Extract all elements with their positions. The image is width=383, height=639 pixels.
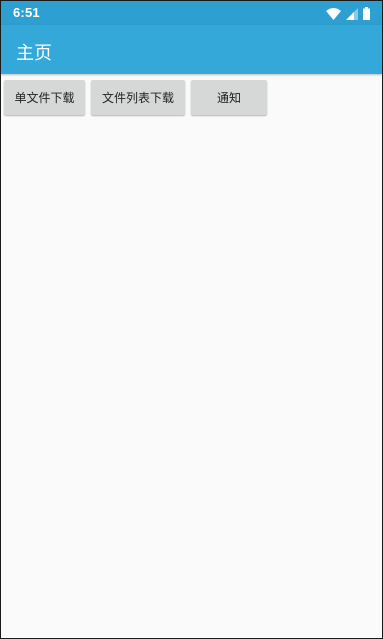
battery-icon [363, 7, 370, 20]
svg-text:x: x [337, 16, 341, 21]
notification-button[interactable]: 通知 [191, 80, 267, 115]
app-bar: 主页 [1, 25, 382, 74]
status-bar: 6:51 x [1, 1, 382, 25]
button-row: 单文件下载 文件列表下载 通知 [4, 80, 267, 115]
app-screen: 6:51 x 主页 单文件下载 文件列表下载 通知 [1, 1, 382, 638]
status-time: 6:51 [13, 5, 40, 20]
single-file-download-button[interactable]: 单文件下载 [4, 80, 85, 115]
cellular-signal-icon [346, 8, 358, 20]
wifi-icon: x [326, 8, 341, 20]
file-list-download-button[interactable]: 文件列表下载 [91, 80, 185, 115]
status-icons: x [326, 6, 370, 20]
page-title: 主页 [16, 43, 52, 64]
